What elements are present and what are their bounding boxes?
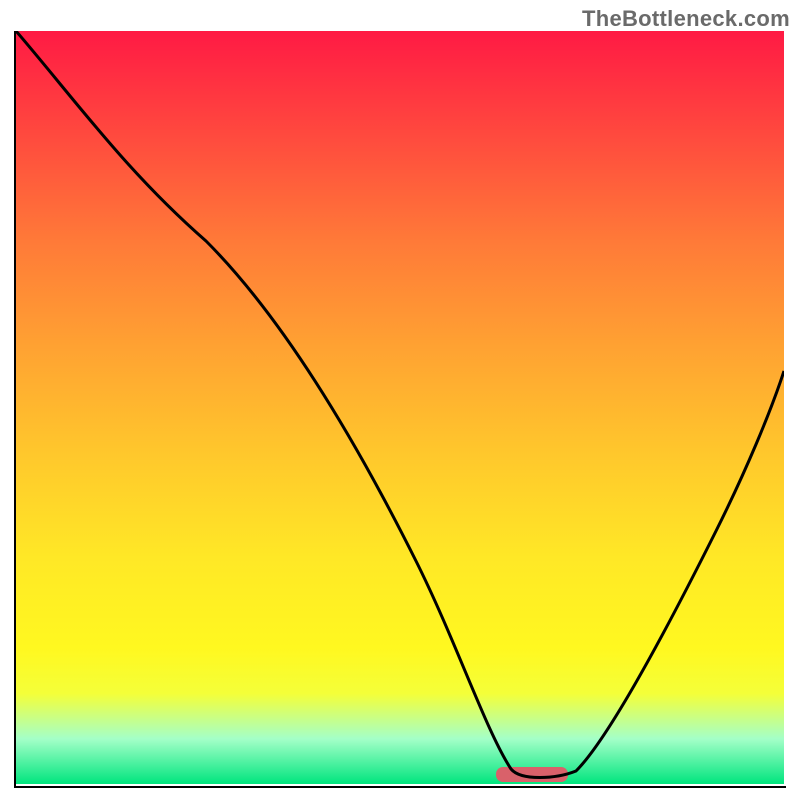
watermark-text: TheBottleneck.com (582, 6, 790, 32)
x-axis (14, 786, 786, 788)
bottleneck-curve-path (16, 31, 784, 778)
y-axis (14, 31, 16, 788)
bottleneck-curve-plot (16, 31, 784, 784)
highlight-bar (496, 767, 568, 782)
